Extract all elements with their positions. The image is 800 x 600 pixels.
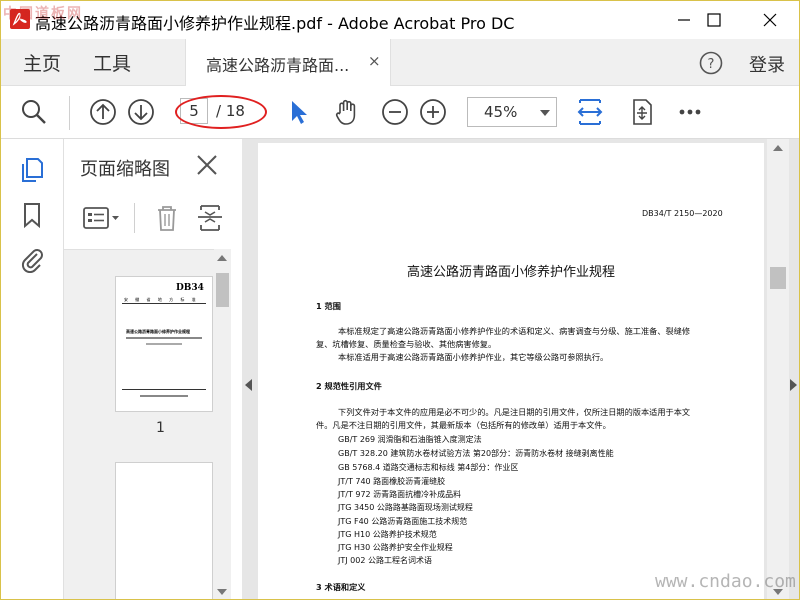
thumbnail-list: DB34 安 徽 省 地 方 标 准 高速公路沥青路面小修养护作业规程 1 — [64, 249, 214, 599]
document-scrollbar[interactable] — [767, 139, 789, 599]
help-icon[interactable]: ? — [699, 51, 723, 75]
zoom-out-icon[interactable] — [380, 97, 410, 127]
next-page-icon[interactable] — [126, 97, 156, 127]
close-window-button[interactable] — [747, 1, 793, 39]
toolbar-separator — [134, 203, 135, 233]
delete-page-icon[interactable] — [154, 203, 180, 233]
scroll-down-icon[interactable] — [217, 589, 227, 595]
reference-line: JTJ 002 公路工程名词术语 — [338, 556, 432, 565]
prev-page-icon[interactable] — [88, 97, 118, 127]
zoom-select[interactable]: 45% — [467, 97, 557, 127]
reference-line: JTG 3450 公路路基路面现场测试规程 — [338, 503, 473, 512]
page-number-highlight — [175, 95, 267, 129]
login-button[interactable]: 登录 — [749, 51, 785, 77]
attachment-icon[interactable] — [19, 245, 45, 273]
watermark-bottom-right: www.cndao.com — [655, 571, 796, 592]
watermark-top-left: 中国道板网 — [3, 6, 83, 22]
thumb-english-line — [146, 343, 182, 345]
scroll-up-icon[interactable] — [773, 145, 783, 151]
bookmark-icon[interactable] — [19, 201, 45, 229]
menu-bar: 主页 工具 高速公路沥青路面... × ? 登录 — [1, 39, 799, 86]
thumbnail-page-2[interactable] — [115, 462, 213, 599]
document-tab[interactable]: 高速公路沥青路面... × — [185, 39, 391, 86]
chevron-down-icon — [540, 110, 550, 116]
thumb-divider — [122, 303, 206, 304]
reference-line: GB/T 269 润滑脂和石油脂锥入度测定法 — [338, 435, 482, 444]
thumb-code: DB34 — [176, 283, 204, 293]
reference-line: JTG F40 公路沥青路面施工技术规范 — [338, 517, 468, 526]
section-2-paragraph: 下列文件对于本文件的应用是必不可少的。凡是注日期的引用文件，仅所注日期的版本适用… — [338, 407, 691, 417]
search-icon[interactable] — [19, 97, 49, 127]
close-panel-icon[interactable] — [194, 152, 220, 178]
section-1-paragraph: 本标准规定了高速公路沥青路面小修养护作业的术语和定义、病害调查与分级、施工准备、… — [338, 326, 691, 336]
minimize-icon — [678, 19, 690, 21]
section-3-heading: 3 术语和定义 — [316, 582, 366, 592]
thumbnail-toolbar — [64, 199, 242, 239]
window-title: 高速公路沥青路面小修养护作业规程.pdf - Adobe Acrobat Pro… — [35, 14, 515, 33]
fit-width-icon[interactable] — [575, 97, 605, 127]
toolbar-separator — [69, 96, 70, 130]
page-thumbnails-icon[interactable] — [19, 155, 45, 183]
svg-text:?: ? — [708, 57, 715, 72]
reference-line: JT/T 740 路面橡胶沥青灌缝胶 — [338, 477, 446, 486]
thumbnail-page-1[interactable]: DB34 安 徽 省 地 方 标 准 高速公路沥青路面小修养护作业规程 — [115, 276, 213, 412]
thumbnail-options-icon[interactable] — [82, 205, 122, 231]
scroll-up-icon[interactable] — [217, 255, 227, 261]
menu-tools[interactable]: 工具 — [93, 49, 131, 76]
title-bar: 高速公路沥青路面小修养护作业规程.pdf - Adobe Acrobat Pro… — [1, 1, 799, 39]
document-code: DB34/T 2150—2020 — [642, 209, 723, 218]
acrobat-window: 高速公路沥青路面小修养护作业规程.pdf - Adobe Acrobat Pro… — [0, 0, 800, 600]
section-2-paragraph: 件。凡是不注日期的引用文件，其最新版本（包括所有的修改单）适用于本文件。 — [316, 420, 611, 430]
hand-tool-icon[interactable] — [331, 97, 361, 127]
section-1-paragraph: 本标准适用于高速公路沥青路面小修养护作业，其它等级公路可参照执行。 — [338, 352, 609, 362]
reference-line: JTG H10 公路养护技术规范 — [338, 530, 437, 539]
thumb-title-line: 高速公路沥青路面小修养护作业规程 — [126, 329, 190, 334]
left-rail — [1, 139, 64, 599]
panel-title: 页面缩略图 — [80, 159, 170, 180]
zoom-in-icon[interactable] — [418, 97, 448, 127]
thumb-divider — [122, 389, 206, 390]
maximize-button[interactable] — [691, 1, 737, 39]
reference-line: JTG H30 公路养护安全作业规程 — [338, 543, 453, 552]
maximize-icon — [707, 13, 721, 27]
thumbnail-page-number: 1 — [156, 420, 165, 436]
thumbnail-scrollbar[interactable] — [214, 249, 231, 599]
close-icon — [763, 13, 777, 27]
zoom-value: 45% — [484, 103, 518, 121]
document-viewer: DB34/T 2150—2020 高速公路沥青路面小修养护作业规程 1 范围 本… — [242, 139, 799, 599]
select-cursor-icon[interactable] — [283, 97, 313, 127]
scroll-mode-icon[interactable] — [627, 97, 657, 127]
thumb-english-line — [126, 337, 202, 339]
insert-page-icon[interactable] — [196, 203, 224, 233]
reference-line: JT/T 972 沥青路面抗槽冷补成品料 — [338, 490, 462, 499]
reference-line: GB/T 328.20 建筑防水卷材试验方法 第20部分：沥青防水卷材 接缝剥离… — [338, 449, 614, 458]
collapse-panel-icon[interactable] — [245, 379, 252, 391]
thumbnail-scroll-thumb[interactable] — [216, 273, 229, 307]
more-icon[interactable] — [675, 97, 705, 127]
document-tab-label: 高速公路沥青路面... — [206, 56, 350, 75]
tab-close-icon[interactable]: × — [368, 52, 381, 70]
reference-line: GB 5768.4 道路交通标志和标线 第4部分：作业区 — [338, 463, 519, 472]
toolbar: 5 / 18 45% — [1, 86, 799, 139]
section-2-heading: 2 规范性引用文件 — [316, 381, 382, 391]
expand-right-panel-icon[interactable] — [790, 379, 797, 391]
menu-home[interactable]: 主页 — [23, 49, 61, 76]
section-1-paragraph: 复、坑槽修复、质量检查与验收、其他病害修复。 — [316, 339, 497, 349]
section-1-heading: 1 范围 — [316, 301, 341, 311]
document-page: DB34/T 2150—2020 高速公路沥青路面小修养护作业规程 1 范围 本… — [258, 143, 764, 599]
document-title: 高速公路沥青路面小修养护作业规程 — [406, 265, 615, 280]
thumbnail-panel: 页面缩略图 DB34 安 徽 省 地 方 标 准 高速公路沥青路面小修养护作业规… — [64, 139, 242, 599]
thumb-footer-line — [140, 395, 188, 397]
document-scroll-thumb[interactable] — [770, 267, 786, 289]
